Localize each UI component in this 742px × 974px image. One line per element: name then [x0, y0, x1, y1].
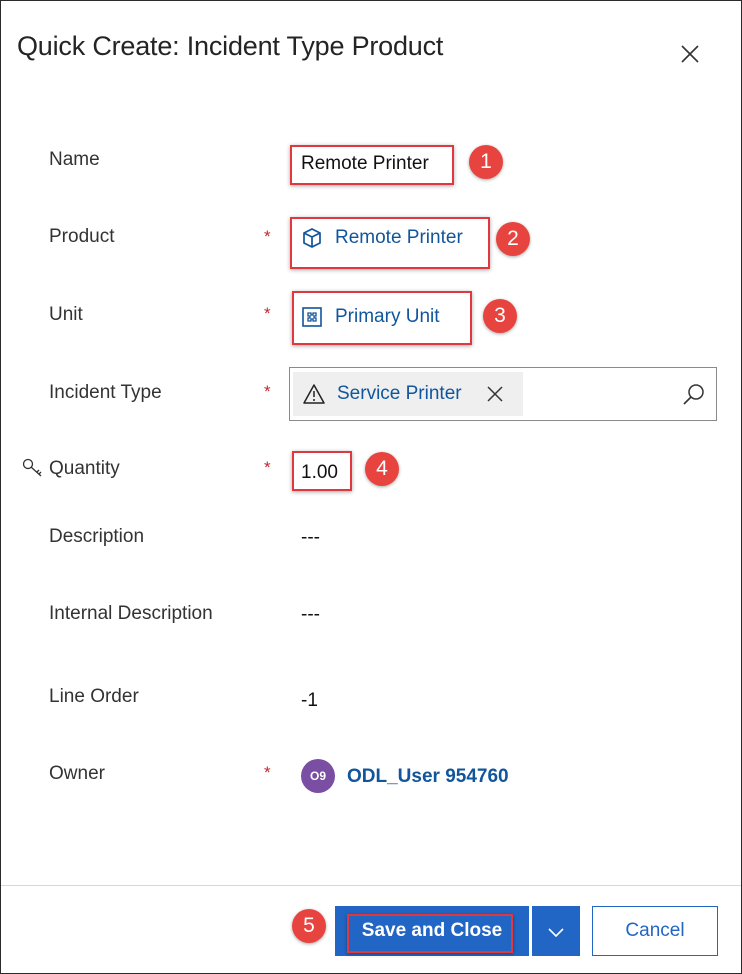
- callout-box-3: [292, 291, 472, 345]
- product-label: Product: [49, 226, 115, 247]
- name-label: Name: [49, 149, 100, 170]
- unit-label: Unit: [49, 304, 83, 325]
- line-order-field[interactable]: -1: [301, 690, 318, 712]
- owner-required-marker: *: [264, 763, 271, 782]
- remove-chip-icon[interactable]: [486, 385, 504, 403]
- incident-type-chip[interactable]: Service Printer: [293, 372, 523, 416]
- close-icon[interactable]: [679, 43, 701, 65]
- product-required-marker: *: [264, 227, 271, 246]
- callout-box-1: [290, 145, 454, 185]
- owner-link[interactable]: ODL_User 954760: [347, 766, 509, 788]
- quantity-required-marker: *: [264, 458, 271, 477]
- avatar: O9: [301, 759, 335, 793]
- save-options-button[interactable]: [532, 906, 580, 956]
- description-label: Description: [49, 526, 145, 547]
- callout-badge-4: 4: [365, 452, 399, 486]
- dialog-title: Quick Create: Incident Type Product: [17, 31, 444, 61]
- cancel-label: Cancel: [625, 920, 685, 941]
- callout-box-4: [292, 451, 352, 491]
- search-icon[interactable]: [682, 382, 706, 406]
- owner-label: Owner: [49, 763, 105, 784]
- line-order-label: Line Order: [49, 686, 139, 707]
- description-field[interactable]: ---: [301, 527, 320, 549]
- callout-box-5: [347, 914, 513, 953]
- incident-type-link[interactable]: Service Printer: [337, 383, 462, 405]
- incident-type-required-marker: *: [264, 382, 271, 401]
- cancel-button[interactable]: Cancel: [592, 906, 718, 956]
- chevron-down-icon: [547, 925, 565, 938]
- internal-description-field[interactable]: ---: [301, 604, 320, 626]
- key-icon: [21, 456, 45, 480]
- callout-box-2: [290, 217, 490, 269]
- incident-type-label: Incident Type: [49, 382, 162, 403]
- quick-create-dialog: Quick Create: Incident Type Product Name…: [0, 0, 742, 974]
- unit-required-marker: *: [264, 304, 271, 323]
- quantity-label: Quantity: [49, 458, 120, 479]
- callout-badge-2: 2: [496, 222, 530, 256]
- callout-badge-3: 3: [483, 299, 517, 333]
- warning-icon: [303, 383, 325, 405]
- callout-badge-1: 1: [469, 145, 503, 179]
- internal-description-label: Internal Description: [49, 603, 213, 624]
- callout-badge-5: 5: [292, 909, 326, 943]
- incident-type-lookup[interactable]: Service Printer: [289, 367, 717, 421]
